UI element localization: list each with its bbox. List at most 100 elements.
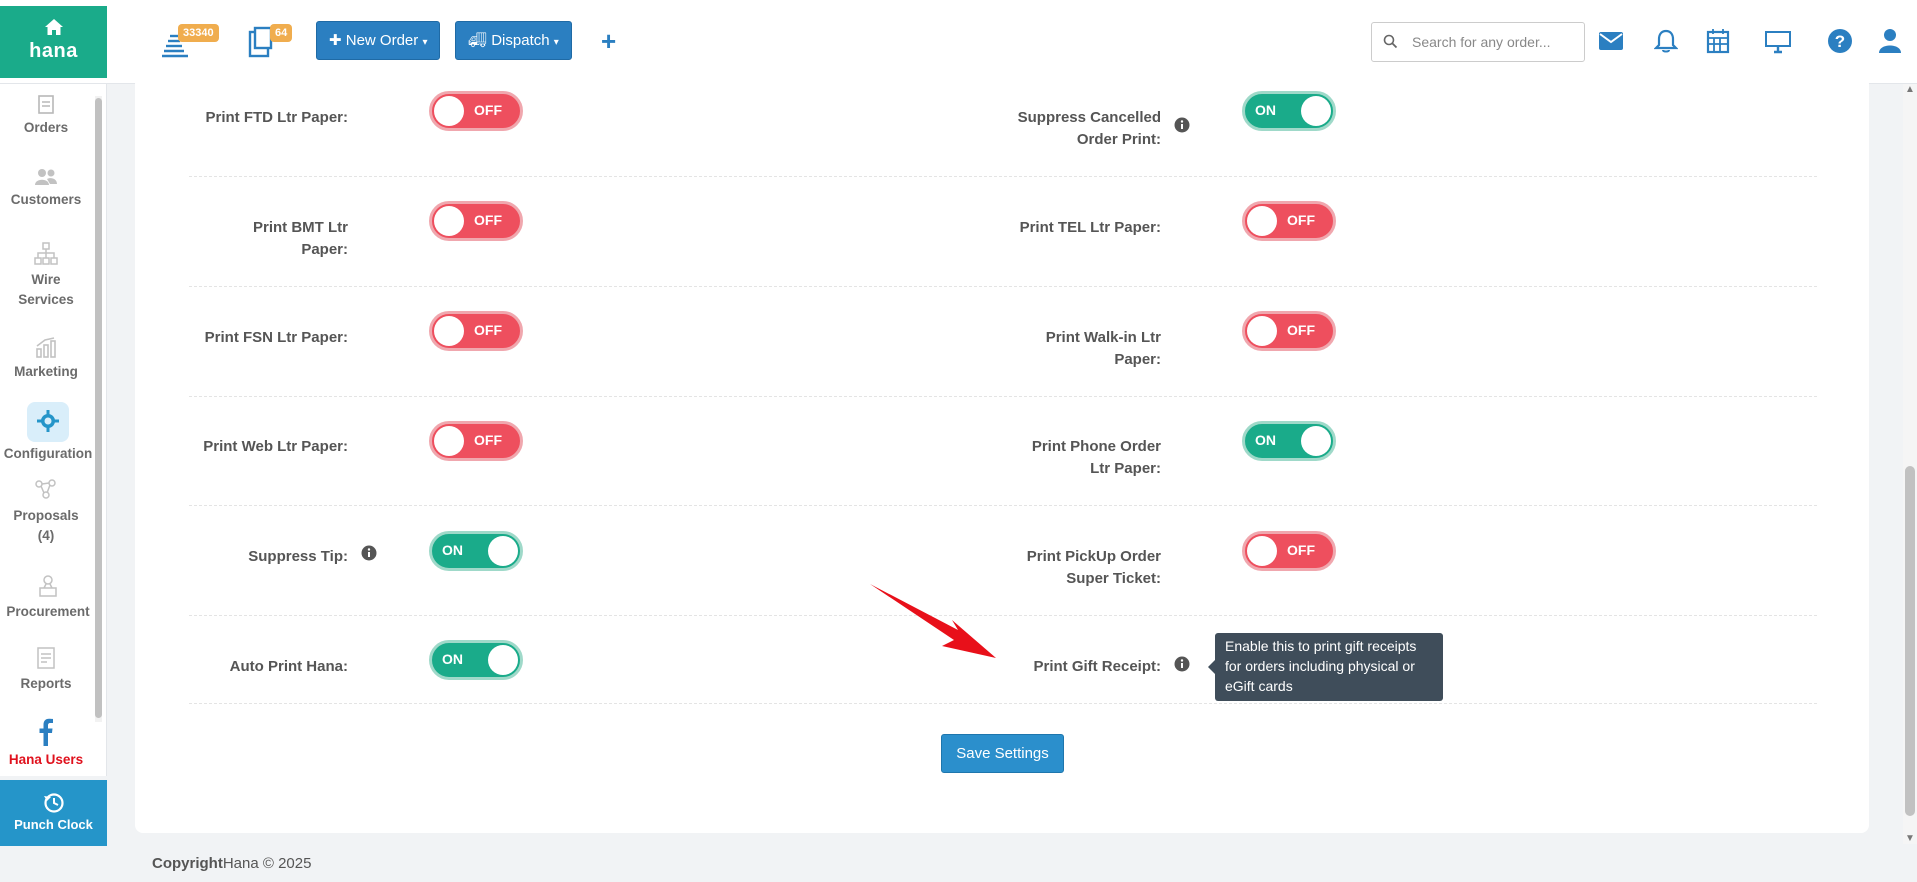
home-logo[interactable]: hana bbox=[0, 6, 107, 78]
setting-label: Print FTD Ltr Paper: bbox=[205, 109, 348, 126]
gift-receipt-tooltip: Enable this to print gift receipts for o… bbox=[1208, 633, 1443, 701]
sidebar-item-label: Reports bbox=[20, 676, 72, 691]
sidebar-item-reports[interactable]: Reports bbox=[0, 646, 92, 694]
sidebar-item-orders[interactable]: Orders bbox=[0, 94, 92, 138]
settings-card bbox=[135, 76, 1869, 833]
sidebar-scrollbar[interactable] bbox=[95, 98, 102, 718]
sidebar-item-label: Customers bbox=[10, 192, 82, 207]
row-divider bbox=[189, 703, 1817, 704]
sidebar-item-procurement[interactable]: Procurement bbox=[0, 574, 96, 622]
mail-icon[interactable] bbox=[1598, 28, 1624, 54]
setting-label: Auto Print Hana: bbox=[229, 658, 348, 675]
sidebar-item-configuration[interactable]: Configuration bbox=[0, 402, 96, 464]
toggle-print-phone-order-ltr-paper[interactable]: ON bbox=[1242, 421, 1336, 461]
toggle-knob bbox=[434, 316, 464, 346]
users-icon bbox=[35, 169, 57, 185]
save-settings-button[interactable]: Save Settings bbox=[941, 734, 1064, 773]
sidebar-item-label: Proposals (4) bbox=[13, 508, 79, 543]
toggle-print-web-ltr-paper[interactable]: OFF bbox=[429, 421, 523, 461]
sidebar: Orders Customers Wire Services Marketing… bbox=[0, 84, 107, 776]
active-indicator bbox=[27, 402, 69, 442]
caret-down-icon: ▾ bbox=[422, 37, 428, 48]
row-divider bbox=[189, 615, 1817, 616]
row-divider bbox=[189, 396, 1817, 397]
sidebar-item-hana-users[interactable]: Hana Users bbox=[0, 718, 92, 770]
logo-text: hana bbox=[29, 40, 78, 62]
toggle-print-tel-ltr-paper[interactable]: OFF bbox=[1242, 201, 1336, 241]
toggle-knob bbox=[434, 426, 464, 456]
procurement-icon bbox=[39, 575, 57, 597]
new-order-button[interactable]: ✚ New Order ▾ bbox=[316, 21, 441, 60]
svg-text:?: ? bbox=[1835, 32, 1845, 51]
truck-icon: 🚚︎ bbox=[468, 32, 488, 49]
toggle-state: OFF bbox=[1287, 322, 1315, 338]
setting-label: Print TEL Ltr Paper: bbox=[1019, 219, 1161, 236]
sidebar-item-label: Procurement bbox=[6, 604, 90, 619]
toggle-state: OFF bbox=[474, 102, 502, 118]
search-icon bbox=[1383, 34, 1398, 49]
row-divider bbox=[189, 505, 1817, 506]
toggle-auto-print-hana[interactable]: ON bbox=[429, 640, 523, 680]
toggle-knob bbox=[1247, 206, 1277, 236]
toggle-suppress-cancelled-order-print[interactable]: ON bbox=[1242, 91, 1336, 131]
annotation-arrow bbox=[870, 584, 996, 658]
row-divider bbox=[189, 176, 1817, 177]
search-input[interactable] bbox=[1412, 32, 1577, 52]
help-icon[interactable]: ? bbox=[1827, 28, 1853, 54]
toggle-knob bbox=[1301, 96, 1331, 126]
report-icon bbox=[37, 647, 55, 669]
sidebar-item-label: Hana Users bbox=[8, 752, 84, 767]
setting-label: Suppress Cancelled Order Print: bbox=[1017, 109, 1161, 148]
add-icon[interactable]: + bbox=[601, 26, 616, 56]
punch-clock-button[interactable]: Punch Clock bbox=[0, 780, 107, 846]
info-icon[interactable] bbox=[1174, 656, 1190, 672]
toggle-print-fsn-ltr-paper[interactable]: OFF bbox=[429, 311, 523, 351]
new-order-label: New Order bbox=[345, 32, 419, 49]
toggle-knob bbox=[488, 536, 518, 566]
toggle-knob bbox=[1247, 536, 1277, 566]
punch-clock-label: Punch Clock bbox=[14, 817, 93, 832]
order-search[interactable] bbox=[1371, 22, 1585, 62]
main-scroll-thumb[interactable] bbox=[1905, 466, 1915, 816]
scroll-up-icon[interactable]: ▲ bbox=[1905, 84, 1915, 95]
sidebar-item-wire-services[interactable]: Wire Services bbox=[0, 242, 92, 310]
calendar-icon[interactable] bbox=[1706, 28, 1730, 54]
monitor-icon[interactable] bbox=[1764, 28, 1792, 54]
plus-icon: ✚ bbox=[329, 32, 342, 49]
setting-label: Print Walk-in Ltr Paper: bbox=[1045, 329, 1161, 368]
toggle-state: ON bbox=[1255, 432, 1276, 448]
toggle-print-walk-in-ltr-paper[interactable]: OFF bbox=[1242, 311, 1336, 351]
scroll-down-icon[interactable]: ▼ bbox=[1905, 833, 1915, 844]
setting-label: Print PickUp Order Super Ticket: bbox=[1026, 548, 1161, 587]
proposals-icon bbox=[35, 479, 56, 499]
copyright-text: Hana © 2025 bbox=[222, 855, 312, 872]
toggle-print-bmt-ltr-paper[interactable]: OFF bbox=[429, 201, 523, 241]
toggle-state: ON bbox=[442, 542, 463, 558]
sidebar-item-customers[interactable]: Customers bbox=[0, 168, 92, 210]
toggle-state: OFF bbox=[474, 212, 502, 228]
toggle-suppress-tip[interactable]: ON bbox=[429, 531, 523, 571]
user-icon[interactable] bbox=[1878, 28, 1902, 54]
sidebar-item-proposals[interactable]: Proposals (4) bbox=[0, 478, 92, 546]
tickets-button[interactable]: 64 bbox=[246, 24, 293, 60]
sidebar-item-label: Orders bbox=[23, 120, 69, 135]
dispatch-button[interactable]: 🚚︎ Dispatch ▾ bbox=[455, 21, 572, 60]
info-icon[interactable] bbox=[1174, 117, 1190, 133]
sidebar-item-marketing[interactable]: Marketing bbox=[0, 336, 92, 382]
setting-label: Suppress Tip: bbox=[248, 548, 348, 565]
network-icon bbox=[34, 242, 58, 265]
setting-label: Print Web Ltr Paper: bbox=[203, 438, 348, 455]
clock-refresh-icon bbox=[43, 793, 64, 813]
main-scrollbar[interactable]: ▲ ▼ bbox=[1903, 84, 1917, 844]
bell-icon[interactable] bbox=[1654, 28, 1678, 54]
toggle-state: OFF bbox=[474, 322, 502, 338]
bar-chart-icon bbox=[36, 337, 56, 358]
info-icon[interactable] bbox=[361, 545, 377, 561]
toggle-print-pickup-order-super-ticket[interactable]: OFF bbox=[1242, 531, 1336, 571]
orders-stack-button[interactable]: 33340 bbox=[160, 24, 219, 60]
tickets-count-badge: 64 bbox=[270, 24, 293, 42]
toggle-knob bbox=[1301, 426, 1331, 456]
facebook-icon bbox=[39, 718, 53, 746]
toggle-print-ftd-ltr-paper[interactable]: OFF bbox=[429, 91, 523, 131]
toggle-knob bbox=[488, 645, 518, 675]
